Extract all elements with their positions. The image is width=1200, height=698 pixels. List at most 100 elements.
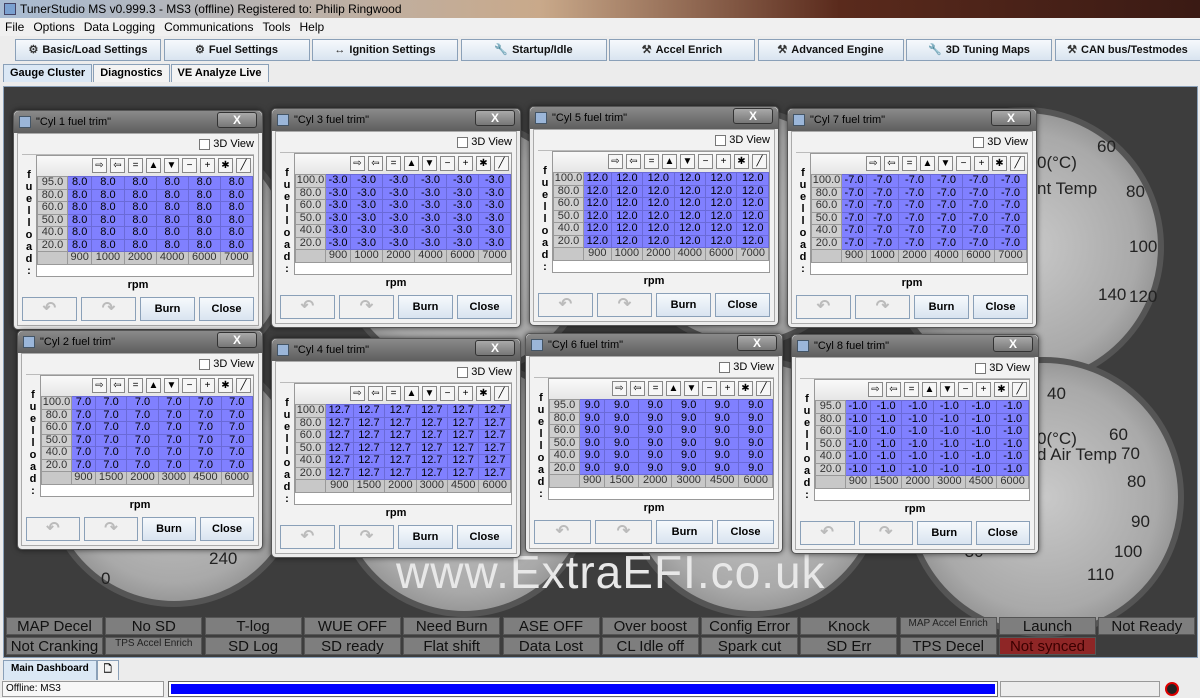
load-bin[interactable]: 20.0 — [549, 461, 580, 475]
rpm-bin[interactable]: 3000 — [671, 474, 706, 488]
load-bin[interactable]: 80.0 — [815, 412, 846, 426]
trim-cell[interactable]: -7.0 — [898, 224, 932, 238]
trim-cell[interactable]: -1.0 — [933, 400, 966, 414]
trim-cell[interactable]: -7.0 — [962, 224, 995, 238]
checkbox-icon[interactable] — [975, 362, 987, 374]
trim-cell[interactable]: -7.0 — [994, 186, 1027, 200]
trim-cell[interactable]: 12.0 — [583, 222, 612, 236]
trim-cell[interactable]: 12.0 — [610, 184, 644, 198]
load-bin[interactable]: 100.0 — [295, 174, 326, 188]
trim-cell[interactable]: -7.0 — [866, 224, 900, 238]
trim-cell[interactable]: 9.0 — [637, 411, 673, 425]
trim-cell[interactable]: -1.0 — [901, 450, 935, 464]
load-bin[interactable]: 100.0 — [553, 172, 584, 186]
undo-button[interactable]: ↶ — [280, 525, 335, 549]
trim-cell[interactable]: 12.7 — [325, 404, 354, 418]
load-bin[interactable]: 100.0 — [811, 174, 842, 188]
trim-cell[interactable]: -1.0 — [901, 437, 935, 451]
load-bin[interactable]: 95.0 — [37, 176, 68, 190]
trim-cell[interactable]: 9.0 — [637, 449, 673, 463]
redo-button[interactable]: ↷ — [339, 525, 394, 549]
trim-cell[interactable]: -7.0 — [962, 211, 995, 225]
checkbox-icon[interactable] — [973, 136, 985, 148]
tab-ve-analyze-live[interactable]: VE Analyze Live — [170, 64, 269, 82]
trim-cell[interactable]: -1.0 — [901, 400, 935, 414]
trim-cell[interactable]: -1.0 — [845, 462, 871, 476]
trim-cell[interactable]: 7.0 — [157, 458, 191, 472]
shift-left-icon[interactable]: ⇦ — [884, 156, 899, 171]
trim-cell[interactable]: -3.0 — [446, 174, 479, 188]
trim-cell[interactable]: 12.7 — [325, 429, 354, 443]
menu-file[interactable]: File — [0, 18, 28, 36]
trim-cell[interactable]: 12.0 — [642, 209, 675, 223]
shift-right-icon[interactable]: ⇨ — [612, 381, 627, 396]
trim-cell[interactable]: 7.0 — [126, 408, 159, 422]
trim-cell[interactable]: -7.0 — [994, 199, 1027, 213]
burn-button[interactable]: Burn — [917, 521, 972, 545]
trim-cell[interactable]: -7.0 — [840, 224, 868, 238]
decrement-icon[interactable]: ▼ — [164, 378, 179, 393]
rpm-bin[interactable]: 7000 — [736, 247, 769, 261]
trim-cell[interactable]: -1.0 — [869, 412, 903, 426]
load-bin[interactable]: 40.0 — [553, 222, 584, 236]
trim-cell[interactable]: 7.0 — [189, 433, 222, 447]
trim-cell[interactable]: 9.0 — [604, 449, 639, 463]
checkbox-icon[interactable] — [715, 134, 727, 146]
trim-cell[interactable]: 12.7 — [415, 404, 449, 418]
load-bin[interactable]: 60.0 — [37, 201, 68, 215]
load-bin[interactable]: 60.0 — [41, 421, 72, 435]
trim-cell[interactable]: 12.7 — [325, 416, 354, 430]
load-bin[interactable]: 50.0 — [41, 433, 72, 447]
trim-cell[interactable]: 9.0 — [738, 461, 773, 475]
trim-cell[interactable]: -3.0 — [414, 174, 448, 188]
3d-view-checkbox[interactable]: 3D View — [280, 136, 512, 152]
trim-cell[interactable]: 9.0 — [671, 461, 706, 475]
close-window-button[interactable]: X — [993, 336, 1033, 352]
trim-cell[interactable]: -1.0 — [996, 425, 1029, 439]
rpm-bin[interactable]: 2000 — [901, 475, 935, 489]
trim-cell[interactable]: -3.0 — [324, 174, 352, 188]
shift-left-icon[interactable]: ⇦ — [630, 381, 645, 396]
trim-cell[interactable]: 7.0 — [220, 396, 254, 410]
trim-cell[interactable]: -7.0 — [898, 186, 932, 200]
trim-cell[interactable]: 9.0 — [604, 399, 639, 413]
shift-right-icon[interactable]: ⇨ — [350, 386, 365, 401]
trim-cell[interactable]: 12.7 — [325, 441, 354, 455]
trim-cell[interactable]: -7.0 — [962, 236, 995, 250]
trim-cell[interactable]: 12.0 — [583, 172, 612, 186]
trim-cell[interactable]: 7.0 — [94, 396, 128, 410]
close-window-button[interactable]: X — [217, 332, 257, 348]
window-title-bar[interactable]: "Cyl 4 fuel trim" X — [272, 339, 520, 361]
load-bin[interactable]: 60.0 — [295, 199, 326, 213]
increment-icon[interactable]: ▲ — [922, 382, 937, 397]
rpm-bin[interactable]: 900 — [324, 249, 352, 263]
trim-cell[interactable]: 7.0 — [157, 408, 191, 422]
trim-cell[interactable]: -7.0 — [930, 174, 964, 188]
trim-cell[interactable]: 12.0 — [673, 197, 707, 211]
trim-cell[interactable]: 12.7 — [352, 404, 386, 418]
trim-cell[interactable]: 12.7 — [384, 429, 417, 443]
undo-button[interactable]: ↶ — [538, 293, 593, 317]
plus-icon[interactable]: + — [716, 154, 731, 169]
load-bin[interactable]: 80.0 — [811, 186, 842, 200]
trim-cell[interactable]: 8.0 — [66, 201, 93, 215]
increment-icon[interactable]: ▲ — [662, 154, 677, 169]
load-bin[interactable]: 60.0 — [553, 197, 584, 211]
burn-button[interactable]: Burn — [914, 295, 969, 319]
trim-cell[interactable]: 7.0 — [189, 396, 222, 410]
3d-view-checkbox[interactable]: 3D View — [26, 358, 254, 374]
trim-cell[interactable]: -1.0 — [845, 412, 871, 426]
redo-button[interactable]: ↷ — [597, 293, 652, 317]
interpolate-icon[interactable]: ╱ — [1010, 156, 1025, 171]
trim-cell[interactable]: -7.0 — [866, 199, 900, 213]
close-button[interactable]: Close — [973, 295, 1028, 319]
trim-cell[interactable]: 8.0 — [219, 238, 254, 252]
trim-cell[interactable]: 9.0 — [578, 436, 606, 450]
trim-cell[interactable]: 9.0 — [578, 449, 606, 463]
trim-cell[interactable]: 12.0 — [642, 234, 675, 248]
rpm-bin[interactable]: 2000 — [382, 249, 416, 263]
trim-cell[interactable]: -3.0 — [324, 199, 352, 213]
load-bin[interactable]: 50.0 — [549, 436, 580, 450]
trim-cell[interactable]: 9.0 — [604, 424, 639, 438]
trim-cell[interactable]: 7.0 — [220, 433, 254, 447]
